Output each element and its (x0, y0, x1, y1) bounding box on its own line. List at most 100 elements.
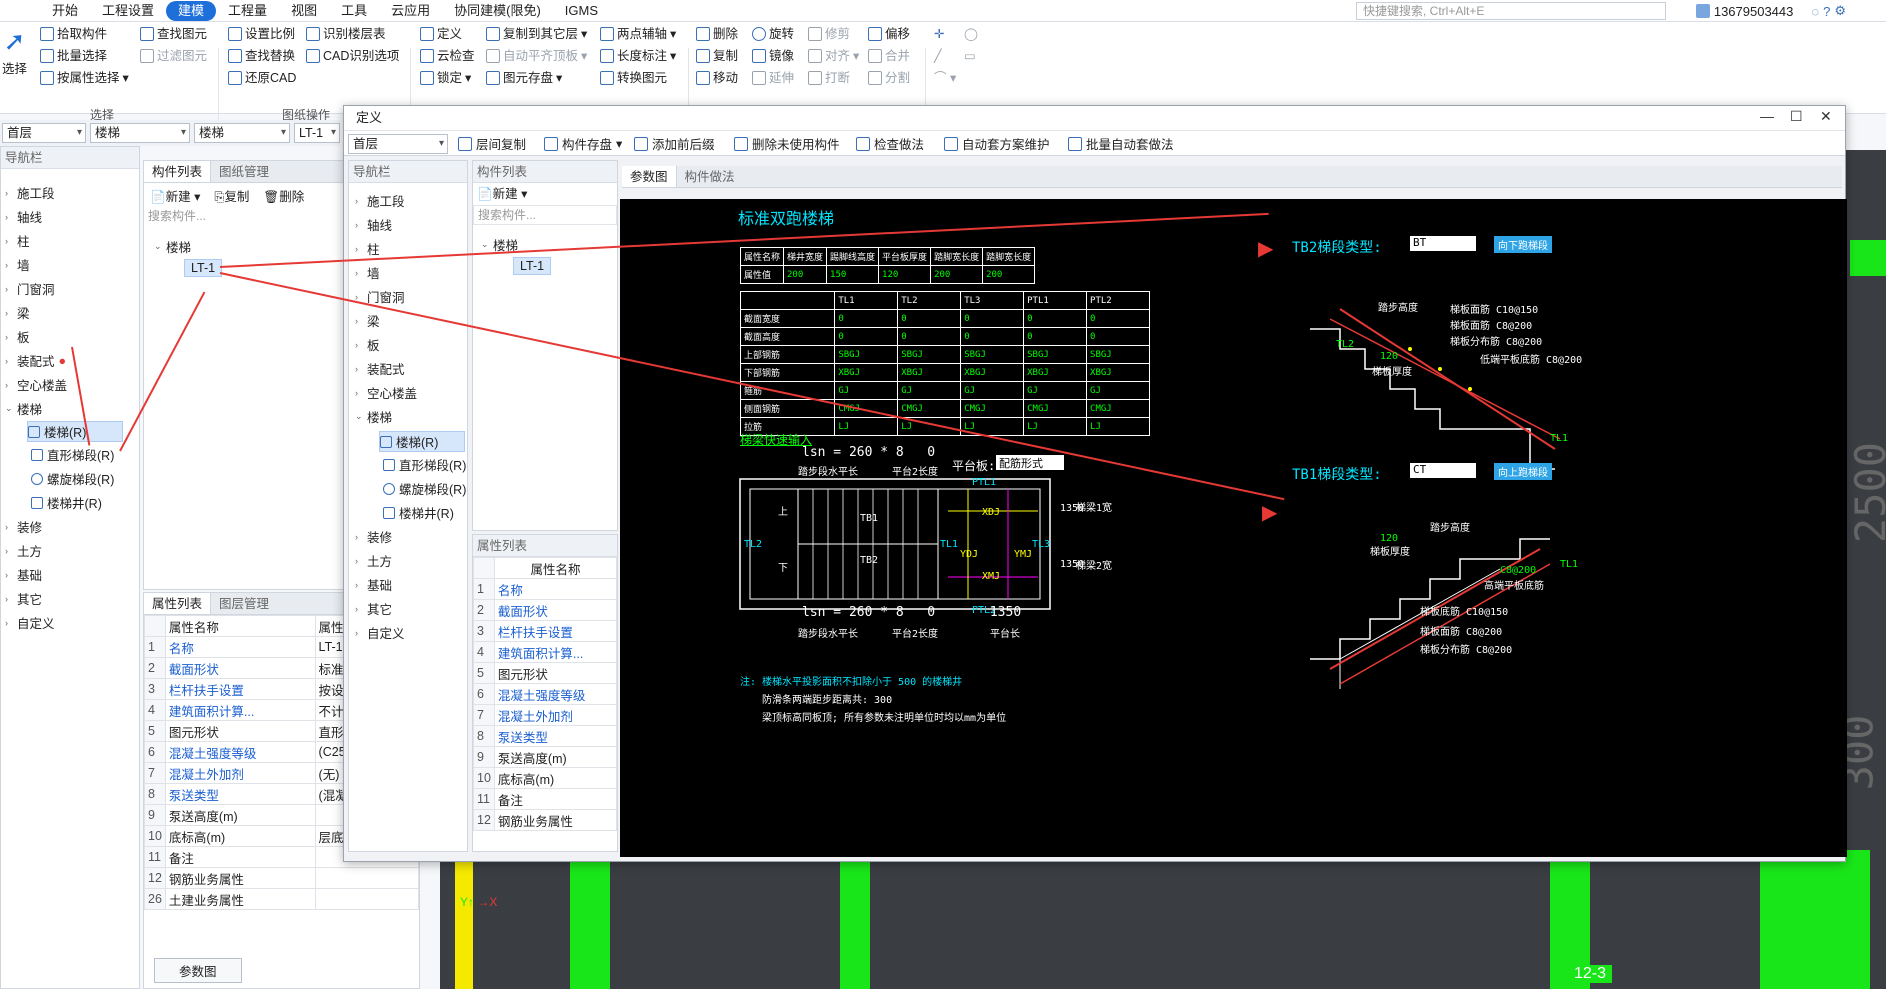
nav-item-stair-r[interactable]: 楼梯(R) (27, 421, 123, 442)
type-select[interactable]: 楼梯 (90, 123, 190, 143)
dialog-item-lt1[interactable]: LT-1 (513, 257, 552, 275)
table-row[interactable]: 26 土建业务属性 (144, 888, 420, 910)
close-icon[interactable]: ✕ (1820, 108, 1832, 125)
tb2-type-button[interactable]: 向下跑梯段 (1494, 236, 1552, 253)
table-row[interactable]: 3 栏杆扶手设置 (473, 620, 617, 642)
delete-button[interactable]: 删除 (696, 24, 738, 44)
menu-start[interactable]: 开始 (40, 1, 90, 21)
dlg-nav-item[interactable]: 螺旋梯段(R) (383, 479, 466, 498)
element-save-button[interactable]: 图元存盘 ▾ (486, 68, 562, 88)
nav-item-prefab[interactable]: › 装配式 ● (5, 351, 66, 370)
nav-item-other[interactable]: › 其它 (5, 589, 42, 608)
dlg-nav-item-stair-r[interactable]: 楼梯(R) (379, 431, 465, 452)
platform-input[interactable]: 配筋形式 (996, 455, 1064, 470)
nav-item-hollow[interactable]: › 空心楼盖 (5, 375, 67, 394)
tab-component-list[interactable]: 构件列表 (144, 161, 212, 182)
length-dimension-button[interactable]: 长度标注 ▾ (600, 46, 676, 66)
recognize-floor-table-button[interactable]: 识别楼层表 (306, 24, 386, 44)
two-point-axis-button[interactable]: 两点辅轴 ▾ (600, 24, 676, 44)
circle-tool-icon[interactable]: ◯ (964, 24, 978, 44)
dlg-nav-item[interactable]: › 装配式 (355, 359, 405, 378)
dlg-nav-item[interactable]: › 轴线 (355, 215, 392, 234)
nav-item-decoration[interactable]: › 装修 (5, 517, 42, 536)
mirror-button[interactable]: 镜像 (752, 46, 794, 66)
rect-tool-icon[interactable]: ▭ (964, 46, 976, 66)
tab-component-method[interactable]: 构件做法 (677, 166, 743, 187)
maximize-icon[interactable]: ☐ (1790, 108, 1803, 125)
copy-button[interactable]: 复制 (696, 46, 738, 66)
break-button[interactable]: 打断 (808, 68, 850, 88)
nav-item-straight-flight[interactable]: 直形梯段(R) (31, 445, 114, 464)
menu-igms[interactable]: IGMS (553, 1, 610, 21)
nav-item-earthwork[interactable]: › 土方 (5, 541, 42, 560)
dlg-nav-item[interactable]: › 土方 (355, 551, 392, 570)
set-scale-button[interactable]: 设置比例 (228, 24, 295, 44)
interfloor-copy-button[interactable]: 层间复制 (458, 134, 526, 153)
user-avatar-icon[interactable] (1695, 4, 1710, 18)
table-row[interactable]: 7 混凝土外加剂 (473, 704, 617, 726)
table-row[interactable]: 10 底标高(m) (473, 767, 617, 789)
table-row[interactable]: 12 钢筋业务属性 (473, 809, 617, 831)
floor-select[interactable]: 首层 (2, 123, 86, 143)
help-icon[interactable]: ? (1823, 4, 1830, 19)
new-component-button[interactable]: 📄新建 ▾ (150, 186, 200, 205)
nav-item-slab[interactable]: › 板 (5, 327, 30, 346)
arc-tool-icon[interactable]: ⌒ ▾ (934, 68, 956, 88)
menu-quantity[interactable]: 工程量 (216, 1, 279, 21)
menu-modeling[interactable]: 建模 (166, 0, 217, 21)
auto-align-slab-button[interactable]: 自动平齐顶板 ▾ (486, 46, 587, 66)
find-replace-button[interactable]: 查找替换 (228, 46, 295, 66)
dlg-nav-item[interactable]: › 柱 (355, 239, 380, 258)
tab-param-diagram[interactable]: 参数图 (622, 166, 677, 187)
menu-project-settings[interactable]: 工程设置 (90, 1, 166, 21)
menu-view[interactable]: 视图 (279, 1, 329, 21)
select-by-property-button[interactable]: 按属性选择 ▾ (40, 68, 129, 88)
offset-button[interactable]: 偏移 (868, 24, 910, 44)
delete-unused-button[interactable]: 删除未使用构件 (734, 134, 840, 153)
auto-scheme-button[interactable]: 自动套方案维护 (944, 134, 1050, 153)
define-button[interactable]: 定义 (420, 24, 462, 44)
check-method-button[interactable]: 检查做法 (856, 134, 924, 153)
user-phone[interactable]: 13679503443 (1714, 4, 1794, 19)
trim-button[interactable]: 修剪 (808, 24, 850, 44)
dlg-nav-item[interactable]: › 基础 (355, 575, 392, 594)
add-prefix-button[interactable]: 添加前后缀 (634, 134, 715, 153)
minimize-icon[interactable]: — (1760, 108, 1774, 124)
dlg-nav-item[interactable]: ⌄ 楼梯 (355, 407, 392, 426)
tab-property-list[interactable]: 属性列表 (144, 593, 212, 614)
batch-auto-button[interactable]: 批量自动套做法 (1068, 134, 1174, 153)
cloud-check-button[interactable]: 云检查 (420, 46, 475, 66)
line-tool-icon[interactable]: ╱ (934, 46, 942, 66)
name-select[interactable]: LT-1 (294, 123, 340, 143)
dlg-nav-item[interactable]: › 装修 (355, 527, 392, 546)
rotate-button[interactable]: 旋转 (752, 24, 794, 44)
menu-tools[interactable]: 工具 (329, 1, 379, 21)
table-row[interactable]: 5 图元形状 (473, 662, 617, 684)
merge-button[interactable]: 合并 (868, 46, 910, 66)
table-row[interactable]: 9 泵送高度(m) (473, 746, 617, 768)
tb2-type-input[interactable]: BT (1410, 236, 1476, 251)
copy-component-button[interactable]: ⎘复制 (214, 186, 249, 205)
nav-item-custom[interactable]: › 自定义 (5, 613, 55, 632)
dlg-nav-item[interactable]: 楼梯井(R) (383, 503, 454, 522)
shortcut-search-input[interactable]: 快捷键搜索, Ctrl+Alt+E (1356, 2, 1666, 20)
menu-collab[interactable]: 协同建模(限免) (442, 1, 553, 21)
copy-to-floor-button[interactable]: 复制到其它层 ▾ (486, 24, 587, 44)
dlg-nav-item[interactable]: › 自定义 (355, 623, 405, 642)
nav-item-opening[interactable]: › 门窗洞 (5, 279, 55, 298)
nav-item-stair[interactable]: ⌄ 楼梯 (5, 399, 42, 418)
table-row[interactable]: 6 混凝土强度等级 (473, 683, 617, 705)
nav-item-column[interactable]: › 柱 (5, 231, 30, 250)
table-row[interactable]: 12 钢筋业务属性 (144, 867, 420, 889)
convert-element-button[interactable]: 转换图元 (600, 68, 667, 88)
select-big-button[interactable]: ➚ 选择 (2, 26, 27, 86)
dlg-nav-item[interactable]: › 空心楼盖 (355, 383, 417, 402)
dlg-nav-item[interactable]: › 施工段 (355, 191, 405, 210)
subtype-select[interactable]: 楼梯 (194, 123, 290, 143)
nav-item-construction[interactable]: › 施工段 (5, 183, 55, 202)
nav-item-beam[interactable]: › 梁 (5, 303, 30, 322)
extend-button[interactable]: 延伸 (752, 68, 794, 88)
table-row[interactable]: 8 泵送类型 (473, 725, 617, 747)
tab-drawing-management[interactable]: 图纸管理 (211, 161, 277, 182)
delete-component-button[interactable]: 🗑删除 (263, 186, 304, 205)
